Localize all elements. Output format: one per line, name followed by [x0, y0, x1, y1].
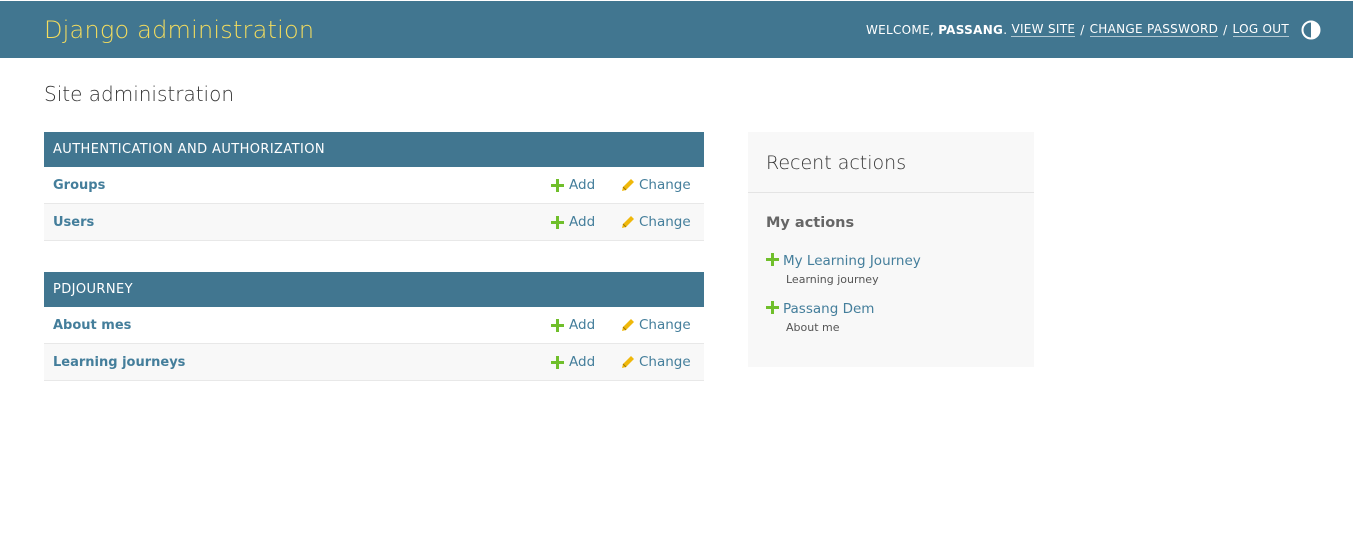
change-label: Change	[639, 317, 691, 333]
recent-actions-panel: Recent actions My actions My Learning Jo…	[748, 132, 1034, 367]
username: PASSANG	[938, 22, 1004, 37]
add-label: Add	[569, 317, 596, 333]
module-caption-label: PDJOURNEY	[53, 282, 133, 297]
header-bar: Django administration WELCOME, PASSANG. …	[0, 1, 1353, 58]
app-module-pdjourney: PDJOURNEY About mes Add Change Learning …	[44, 272, 704, 381]
add-icon	[766, 251, 779, 270]
module-caption-label: AUTHENTICATION AND AUTHORIZATION	[53, 142, 325, 157]
pencil-icon	[621, 318, 637, 332]
table-row: About mes Add Change	[44, 307, 704, 344]
model-link-groups[interactable]: Groups	[53, 178, 551, 193]
model-link-users[interactable]: Users	[53, 215, 551, 230]
model-link-about-mes[interactable]: About mes	[53, 318, 551, 333]
change-groups-button[interactable]: Change	[621, 177, 704, 193]
pencil-icon	[621, 355, 637, 369]
recent-actions-title: Recent actions	[748, 132, 1034, 193]
change-label: Change	[639, 177, 691, 193]
add-icon	[551, 355, 567, 369]
change-about-mes-button[interactable]: Change	[621, 317, 704, 333]
app-module-auth: AUTHENTICATION AND AUTHORIZATION Groups …	[44, 132, 704, 241]
module-caption[interactable]: PDJOURNEY	[44, 272, 704, 307]
user-tools: WELCOME, PASSANG. VIEW SITE / CHANGE PAS…	[866, 20, 1321, 40]
list-item: My Learning Journey Learning journey	[766, 251, 921, 286]
table-row: Users Add Change	[44, 204, 704, 241]
change-users-button[interactable]: Change	[621, 214, 704, 230]
change-password-link[interactable]: CHANGE PASSWORD	[1089, 22, 1219, 37]
table-row: Groups Add Change	[44, 167, 704, 204]
welcome-period: .	[1003, 22, 1008, 37]
add-icon	[551, 318, 567, 332]
recent-action-link[interactable]: Passang Dem	[783, 301, 874, 317]
change-label: Change	[639, 214, 691, 230]
add-icon	[766, 299, 779, 318]
separator: /	[1080, 22, 1085, 37]
pencil-icon	[621, 215, 637, 229]
change-learning-journeys-button[interactable]: Change	[621, 354, 704, 370]
add-label: Add	[569, 354, 596, 370]
add-icon	[551, 215, 567, 229]
theme-toggle-button[interactable]	[1301, 20, 1321, 40]
add-about-mes-button[interactable]: Add	[551, 317, 621, 333]
add-icon	[551, 178, 567, 192]
contrast-icon	[1301, 20, 1321, 39]
model-link-learning-journeys[interactable]: Learning journeys	[53, 355, 551, 370]
list-item: Passang Dem About me	[766, 299, 874, 334]
log-out-link[interactable]: LOG OUT	[1232, 22, 1289, 37]
site-brand[interactable]: Django administration	[44, 16, 314, 44]
recent-action-link[interactable]: My Learning Journey	[783, 253, 921, 269]
change-label: Change	[639, 354, 691, 370]
my-actions-heading: My actions	[766, 215, 855, 231]
add-users-button[interactable]: Add	[551, 214, 621, 230]
module-caption[interactable]: AUTHENTICATION AND AUTHORIZATION	[44, 132, 704, 167]
add-groups-button[interactable]: Add	[551, 177, 621, 193]
table-row: Learning journeys Add Change	[44, 344, 704, 381]
recent-action-type: Learning journey	[786, 273, 879, 286]
pencil-icon	[621, 178, 637, 192]
recent-action-type: About me	[786, 321, 840, 334]
welcome-text: WELCOME,	[865, 22, 935, 37]
add-label: Add	[569, 177, 596, 193]
add-label: Add	[569, 214, 596, 230]
separator: /	[1223, 22, 1228, 37]
page-title: Site administration	[44, 82, 235, 106]
add-learning-journeys-button[interactable]: Add	[551, 354, 621, 370]
view-site-link[interactable]: VIEW SITE	[1011, 22, 1076, 37]
